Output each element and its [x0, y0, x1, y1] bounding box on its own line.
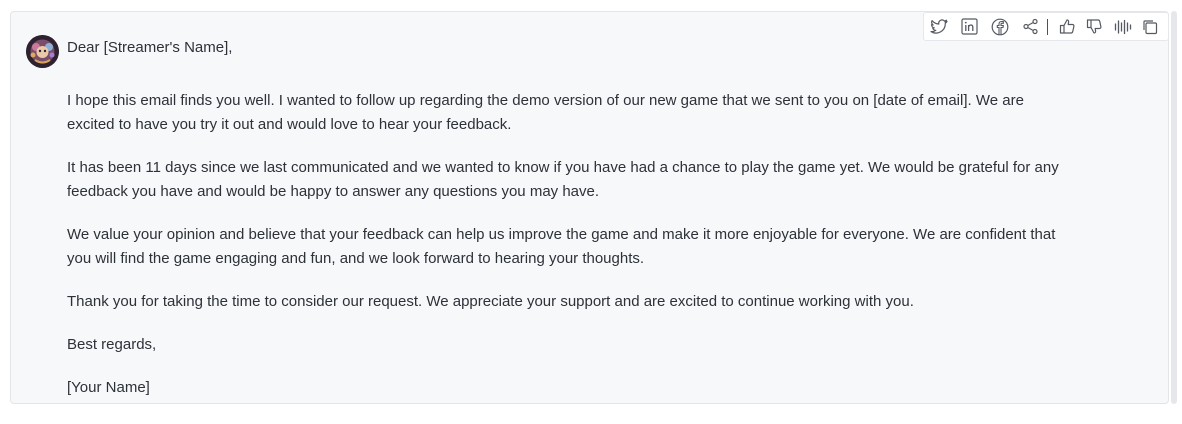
- facebook-icon: [991, 18, 1009, 36]
- thumbs-up-button[interactable]: [1057, 17, 1077, 37]
- copy-icon: [1142, 19, 1158, 35]
- twitter-share-button[interactable]: [929, 17, 949, 37]
- message-paragraph: Thank you for taking the time to conside…: [67, 293, 914, 310]
- scrollbar[interactable]: [1171, 11, 1177, 404]
- copy-button[interactable]: [1140, 17, 1160, 37]
- linkedin-share-button[interactable]: [960, 17, 980, 37]
- message-actions-toolbar: [923, 12, 1169, 41]
- share-icon: [1022, 18, 1039, 35]
- twitter-icon: [930, 18, 948, 35]
- linkedin-icon: [961, 18, 978, 35]
- chat-page: Dear [Streamer's Name], I hope this emai…: [0, 0, 1182, 424]
- audio-wave-icon: [1114, 19, 1132, 35]
- assistant-avatar: [26, 35, 59, 68]
- message-greeting: Dear [Streamer's Name],: [67, 39, 233, 56]
- thumbs-down-icon: [1086, 18, 1103, 35]
- message-paragraph: I hope this email finds you well. I want…: [67, 92, 1024, 133]
- message-body: Dear [Streamer's Name], I hope this emai…: [67, 36, 1067, 419]
- message-paragraph: We value your opinion and believe that y…: [67, 226, 1056, 267]
- facebook-share-button[interactable]: [990, 17, 1010, 37]
- thumbs-up-icon: [1059, 18, 1076, 35]
- message-closing: Best regards,: [67, 336, 157, 353]
- thumbs-down-button[interactable]: [1085, 17, 1105, 37]
- message-paragraph: It has been 11 days since we last commun…: [67, 159, 1059, 200]
- toolbar-divider: [1046, 18, 1049, 35]
- message-signature: [Your Name]: [67, 379, 150, 396]
- read-aloud-button[interactable]: [1113, 17, 1133, 37]
- share-button[interactable]: [1021, 17, 1041, 37]
